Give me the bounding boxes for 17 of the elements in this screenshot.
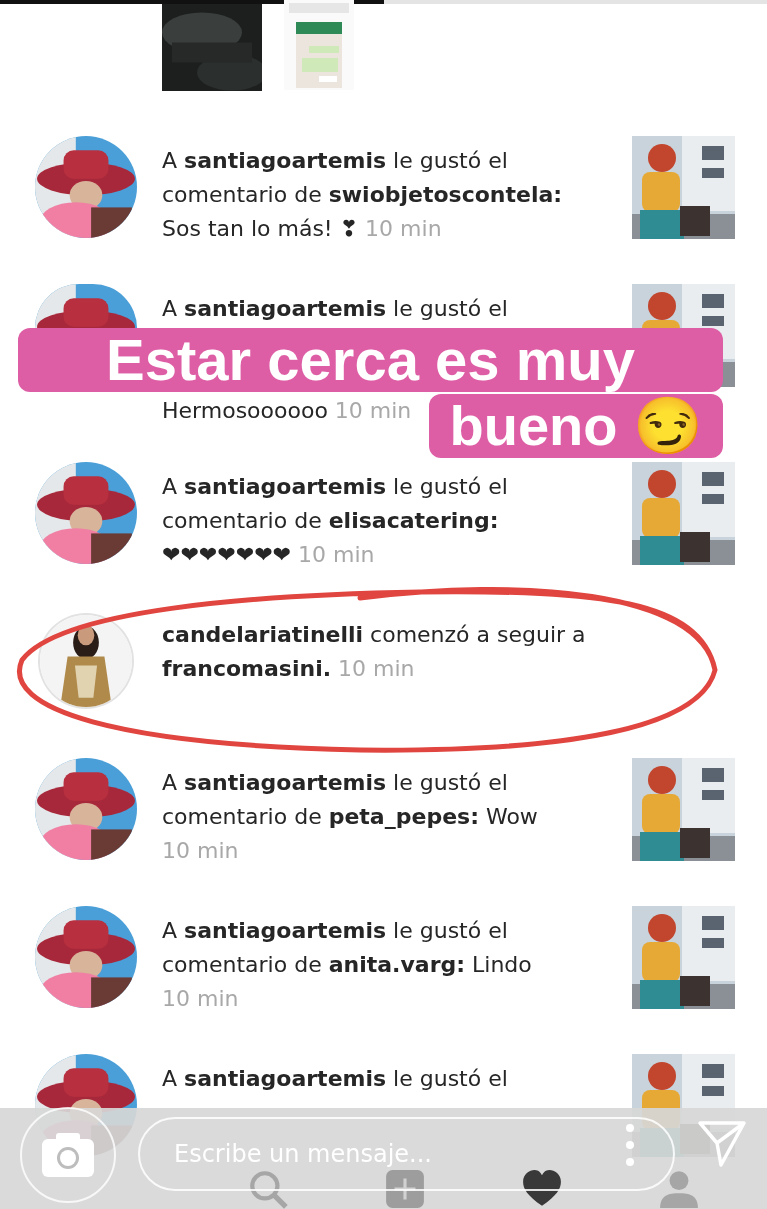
more-icon[interactable] [625, 1122, 635, 1167]
plus-icon[interactable] [384, 1168, 427, 1209]
notification-text: A santiagoartemis le gustó el comentario de elisacatering: ❤❤❤❤❤❤❤ 10 min [162, 473, 508, 569]
sticker-text: Estar cerca es muy [18, 328, 723, 392]
sticker-text: bueno 😏 [429, 394, 723, 458]
notification-text: Hermosoooooo 10 min [162, 397, 412, 425]
notification-text: A santiagoartemis le gustó el comentario de peta_pepes: Wow 10 min [162, 769, 538, 865]
notification-text: A santiagoartemis le gustó el [162, 1065, 508, 1093]
send-icon[interactable] [697, 1118, 747, 1169]
search-icon[interactable] [247, 1168, 290, 1209]
notification-text: A santiagoartemis le gustó el [162, 295, 508, 323]
camera-button[interactable] [20, 1106, 116, 1203]
notification-text: A santiagoartemis le gustó el comentario de anita.varg: Lindo 10 min [162, 917, 532, 1013]
notification-text: candelariatinelli comenzó a seguir a francomasini. 10 min [162, 621, 586, 683]
profile-icon[interactable] [657, 1168, 700, 1209]
camera-icon [42, 1132, 94, 1177]
notification-text: A santiagoartemis le gustó el comentario de swiobjetoscontela: Sos tan lo más! ❣ 10 min [162, 147, 563, 243]
